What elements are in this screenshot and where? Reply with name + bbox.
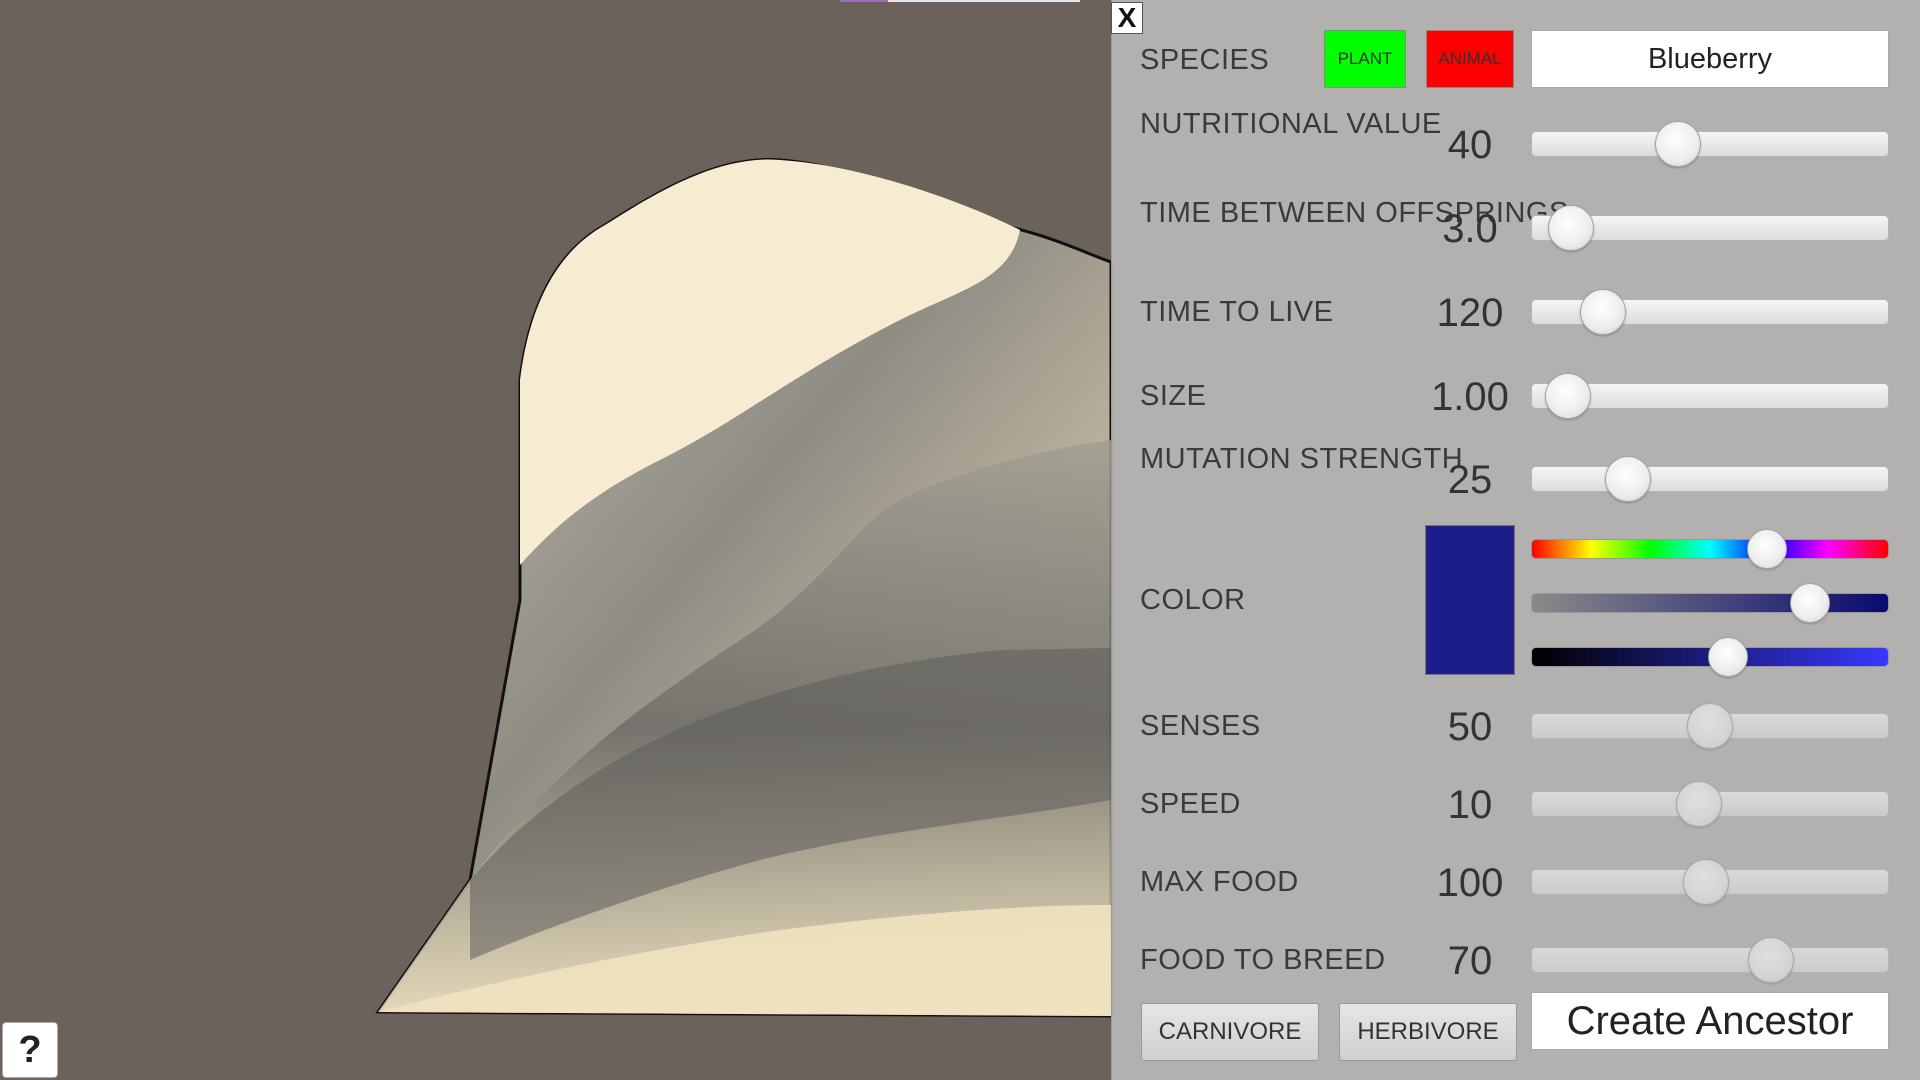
speed-readout: 10 [1447,783,1493,827]
size-label: SIZE [1140,380,1207,412]
max-food-label: MAX FOOD [1140,866,1299,898]
brightness-slider-handle[interactable] [1707,637,1748,677]
max-food-readout: 100 [1436,861,1504,905]
size-slider[interactable] [1531,373,1889,419]
time-to-live-slider[interactable] [1531,289,1889,335]
hue-slider-handle[interactable] [1746,529,1787,569]
nutritional-value-readout: 40 [1447,123,1493,167]
mutation-strength-readout: 25 [1447,458,1493,502]
size-slider-handle[interactable] [1544,373,1591,419]
nutritional-value-slider[interactable] [1531,121,1889,167]
saturation-slider-handle[interactable] [1789,583,1830,623]
species-name-input[interactable]: Blueberry [1531,30,1889,88]
hue-slider[interactable] [1531,529,1889,569]
herbivore-button[interactable]: HERBIVORE [1339,1003,1517,1061]
food-to-breed-label: FOOD TO BREED [1140,944,1386,976]
max-food-slider-handle[interactable] [1683,859,1730,905]
max-food-slider[interactable] [1531,859,1889,905]
create-ancestor-button[interactable]: Create Ancestor [1531,992,1889,1050]
mutation-strength-slider-handle[interactable] [1605,456,1652,502]
senses-readout: 50 [1447,705,1493,749]
speed-slider[interactable] [1531,781,1889,827]
food-to-breed-slider[interactable] [1531,937,1889,983]
senses-slider[interactable] [1531,703,1889,749]
help-button[interactable]: ? [2,1022,58,1078]
speed-label: SPEED [1140,788,1241,820]
saturation-slider[interactable] [1531,583,1889,623]
size-readout: 1.00 [1431,375,1509,419]
brightness-slider[interactable] [1531,637,1889,677]
animal-toggle-button[interactable]: ANIMAL [1426,30,1514,88]
time-between-offsprings-slider-handle[interactable] [1548,205,1595,251]
time-to-live-readout: 120 [1436,291,1504,335]
food-to-breed-slider-handle[interactable] [1747,937,1794,983]
senses-slider-handle[interactable] [1687,703,1733,749]
carnivore-button[interactable]: CARNIVORE [1141,1003,1319,1061]
top-bar-accent [840,0,888,2]
senses-label: SENSES [1140,710,1261,742]
speed-slider-handle[interactable] [1676,781,1723,827]
mutation-strength-slider[interactable] [1531,456,1889,502]
color-preview-swatch [1425,525,1515,675]
time-between-offsprings-readout: 3.0 [1442,207,1498,251]
time-to-live-label: TIME TO LIVE [1140,296,1334,328]
nutritional-value-slider-handle[interactable] [1654,121,1701,167]
species-label: SPECIES [1140,44,1270,76]
color-label: COLOR [1140,584,1246,616]
time-between-offsprings-slider[interactable] [1531,205,1889,251]
nutritional-value-label: NUTRITIONAL VALUE [1140,108,1442,140]
time-to-live-slider-handle[interactable] [1580,289,1627,335]
close-button[interactable]: X [1111,2,1143,34]
food-to-breed-readout: 70 [1447,939,1493,983]
plant-toggle-button[interactable]: PLANT [1324,30,1406,88]
